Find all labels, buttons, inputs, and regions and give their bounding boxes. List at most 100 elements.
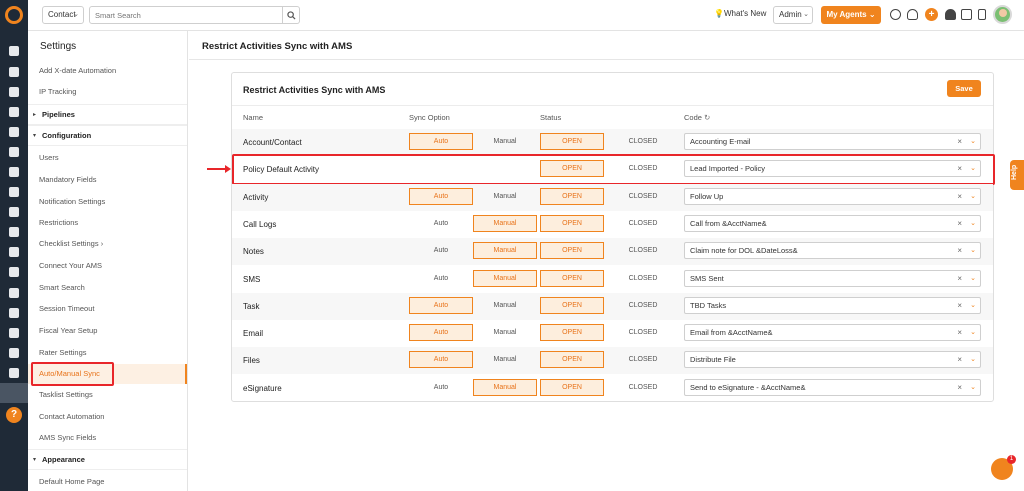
clear-icon[interactable]: × bbox=[957, 298, 962, 313]
status-open-option[interactable]: OPEN bbox=[540, 351, 604, 369]
smart-search-input[interactable] bbox=[89, 6, 283, 24]
chat-launcher[interactable]: 1 bbox=[991, 455, 1016, 480]
id-card-icon[interactable] bbox=[9, 147, 19, 157]
sidebar-item-restrictions[interactable]: Restrictions bbox=[39, 218, 78, 227]
sidebar-item-ip-tracking[interactable]: IP Tracking bbox=[39, 87, 76, 96]
dashboard-icon[interactable] bbox=[9, 46, 19, 56]
sync-manual-option[interactable]: Manual bbox=[473, 351, 537, 368]
sidebar-item-checklist-settings[interactable]: Checklist Settings › bbox=[39, 239, 103, 248]
status-closed-option[interactable]: CLOSED bbox=[611, 188, 675, 205]
add-icon[interactable]: + bbox=[925, 8, 938, 21]
clear-icon[interactable]: × bbox=[957, 216, 962, 231]
role-select[interactable]: Admin ⌄ bbox=[773, 6, 813, 24]
status-closed-option[interactable]: CLOSED bbox=[611, 242, 675, 259]
sidebar-item-ams-sync-fields[interactable]: AMS Sync Fields bbox=[39, 433, 96, 442]
help-tab[interactable]: Help bbox=[1010, 160, 1024, 190]
code-select[interactable]: SMS Sent × ⌄ bbox=[684, 269, 981, 287]
clear-icon[interactable]: × bbox=[957, 243, 962, 258]
folder-icon[interactable] bbox=[9, 247, 19, 257]
trend-icon[interactable] bbox=[9, 368, 19, 378]
clear-icon[interactable]: × bbox=[957, 189, 962, 204]
sync-auto-option[interactable]: Auto bbox=[409, 351, 473, 369]
sync-auto-option[interactable]: Auto bbox=[409, 379, 473, 396]
inbox-icon[interactable] bbox=[9, 227, 19, 237]
sidebar-section-appearance[interactable]: ▾ Appearance bbox=[28, 449, 187, 470]
bell-icon[interactable] bbox=[945, 9, 956, 20]
sidebar-item-add-x-date-automation[interactable]: Add X-date Automation bbox=[39, 66, 116, 75]
sync-manual-option[interactable]: Manual bbox=[473, 297, 537, 314]
users-icon[interactable] bbox=[9, 87, 19, 97]
sidebar-item-users[interactable]: Users bbox=[39, 153, 59, 162]
context-select[interactable]: Contact ⌄ bbox=[42, 6, 84, 24]
status-open-option[interactable]: OPEN bbox=[540, 378, 604, 396]
clear-icon[interactable]: × bbox=[957, 325, 962, 340]
list-icon[interactable] bbox=[9, 127, 19, 137]
sidebar-item-rater-settings[interactable]: Rater Settings bbox=[39, 348, 87, 357]
status-open-option[interactable]: OPEN bbox=[540, 324, 604, 342]
sync-manual-option[interactable]: Manual bbox=[473, 214, 537, 232]
sync-auto-option[interactable]: Auto bbox=[409, 242, 473, 259]
sync-manual-option[interactable]: Manual bbox=[473, 324, 537, 341]
status-open-option[interactable]: OPEN bbox=[540, 133, 604, 150]
sync-auto-option[interactable]: Auto bbox=[409, 133, 473, 150]
sync-manual-option[interactable]: Manual bbox=[473, 269, 537, 287]
sync-icon[interactable] bbox=[890, 9, 901, 20]
sidebar-item-mandatory-fields[interactable]: Mandatory Fields bbox=[39, 175, 97, 184]
sidebar-item-tasklist-settings[interactable]: Tasklist Settings bbox=[39, 390, 93, 399]
analytics-icon[interactable] bbox=[9, 348, 19, 358]
code-select[interactable]: Accounting E-mail × ⌄ bbox=[684, 133, 981, 150]
whats-new-link[interactable]: 💡What's New bbox=[714, 9, 766, 18]
status-closed-option[interactable]: CLOSED bbox=[611, 351, 675, 368]
contacts-icon[interactable] bbox=[9, 67, 19, 77]
sync-auto-option[interactable]: Auto bbox=[409, 324, 473, 342]
status-open-option[interactable]: OPEN bbox=[540, 187, 604, 205]
sync-manual-option[interactable]: Manual bbox=[473, 378, 537, 396]
mail-icon[interactable] bbox=[9, 328, 19, 338]
sidebar-item-session-timeout[interactable]: Session Timeout bbox=[39, 304, 94, 313]
sidebar-item-smart-search[interactable]: Smart Search bbox=[39, 283, 85, 292]
sync-manual-option[interactable]: Manual bbox=[473, 133, 537, 150]
code-select[interactable]: Call from &AcctName& × ⌄ bbox=[684, 214, 981, 232]
brand-logo-icon[interactable] bbox=[5, 6, 23, 24]
code-select[interactable]: Claim note for DOL &DateLoss& × ⌄ bbox=[684, 242, 981, 260]
save-button[interactable]: Save bbox=[947, 80, 981, 97]
status-closed-option[interactable]: CLOSED bbox=[611, 133, 675, 150]
sidebar-section-pipelines[interactable]: ▸ Pipelines bbox=[28, 104, 187, 125]
sidebar-item-default-home-page[interactable]: Default Home Page bbox=[39, 477, 104, 486]
my-agents-button[interactable]: My Agents ⌄ bbox=[821, 6, 881, 24]
status-open-option[interactable]: OPEN bbox=[540, 214, 604, 232]
cloud-icon[interactable] bbox=[907, 9, 918, 20]
clear-icon[interactable]: × bbox=[957, 134, 962, 149]
sync-manual-option[interactable]: Manual bbox=[473, 188, 537, 205]
sync-auto-option[interactable]: Auto bbox=[409, 296, 473, 314]
clear-icon[interactable]: × bbox=[957, 352, 962, 367]
sitemap-icon[interactable] bbox=[9, 267, 19, 277]
status-open-option[interactable]: OPEN bbox=[540, 269, 604, 287]
help-circle-icon[interactable]: ? bbox=[6, 407, 22, 423]
code-select[interactable]: TBD Tasks × ⌄ bbox=[684, 296, 981, 314]
sidebar-item-connect-your-ams[interactable]: Connect Your AMS bbox=[39, 261, 102, 270]
sidebar-item-fiscal-year-setup[interactable]: Fiscal Year Setup bbox=[39, 326, 97, 335]
megaphone-icon[interactable] bbox=[9, 187, 19, 197]
sync-manual-option[interactable]: Manual bbox=[473, 242, 537, 260]
code-select[interactable]: Send to eSignature - &AcctName& × ⌄ bbox=[684, 378, 981, 396]
chip-icon[interactable] bbox=[961, 9, 972, 20]
sidebar-item-notification-settings[interactable]: Notification Settings bbox=[39, 197, 105, 206]
sync-auto-option[interactable]: Auto bbox=[409, 270, 473, 287]
clear-icon[interactable]: × bbox=[957, 271, 962, 286]
sidebar-section-configuration[interactable]: ▾ Configuration bbox=[28, 125, 187, 146]
calendar-icon[interactable] bbox=[9, 288, 19, 298]
settings-icon[interactable] bbox=[0, 383, 28, 403]
status-closed-option[interactable]: CLOSED bbox=[611, 379, 675, 396]
edit-icon[interactable] bbox=[9, 167, 19, 177]
status-open-option[interactable]: OPEN bbox=[540, 242, 604, 260]
status-open-option[interactable]: OPEN bbox=[540, 296, 604, 314]
sync-auto-option[interactable]: Auto bbox=[409, 187, 473, 205]
clipboard-icon[interactable] bbox=[978, 9, 986, 20]
avatar[interactable] bbox=[993, 5, 1012, 24]
status-closed-option[interactable]: CLOSED bbox=[611, 270, 675, 287]
refresh-icon[interactable]: ↻ bbox=[704, 113, 710, 122]
status-closed-option[interactable]: CLOSED bbox=[611, 324, 675, 341]
sync-auto-option[interactable]: Auto bbox=[409, 215, 473, 232]
sidebar-item-contact-automation[interactable]: Contact Automation bbox=[39, 412, 104, 421]
